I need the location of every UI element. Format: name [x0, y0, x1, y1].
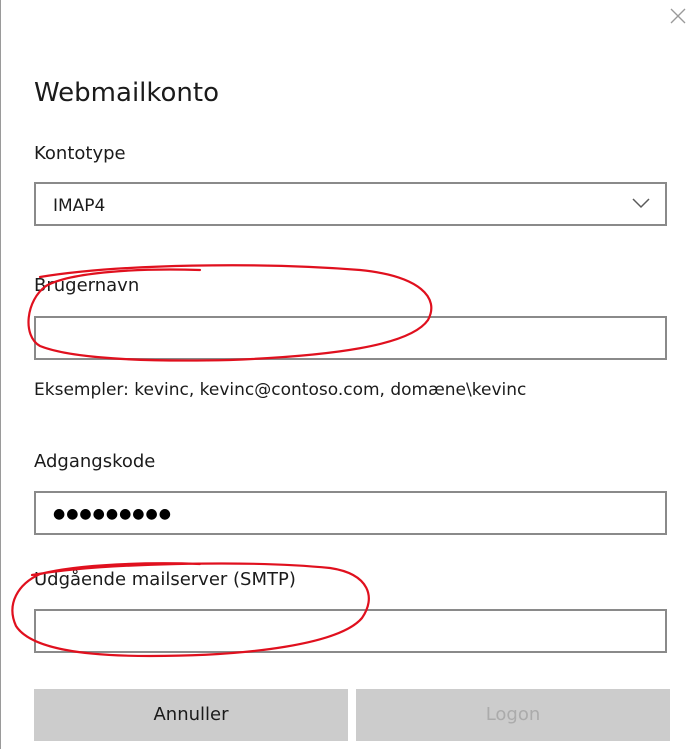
chevron-down-icon: [632, 198, 650, 209]
password-masked-value: ●●●●●●●●●: [53, 506, 172, 522]
username-hint: Eksempler: kevinc, kevinc@contoso.com, d…: [34, 380, 527, 400]
username-label: Brugernavn: [34, 275, 140, 296]
dialog-title: Webmailkonto: [34, 78, 220, 108]
username-input[interactable]: [34, 316, 667, 360]
smtp-label: Udgående mailserver (SMTP): [34, 569, 296, 590]
close-icon: [670, 8, 686, 24]
dialog-border: [0, 0, 1, 749]
logon-button[interactable]: Logon: [356, 689, 670, 741]
password-label: Adgangskode: [34, 451, 156, 472]
cancel-button[interactable]: Annuller: [34, 689, 348, 741]
smtp-input[interactable]: [34, 609, 667, 653]
account-type-select[interactable]: IMAP4: [34, 182, 667, 226]
account-type-value: IMAP4: [53, 196, 106, 216]
close-button[interactable]: [664, 4, 690, 30]
webmail-account-dialog: Webmailkonto Kontotype IMAP4 Brugernavn …: [0, 0, 697, 749]
password-input[interactable]: ●●●●●●●●●: [34, 491, 667, 535]
account-type-label: Kontotype: [34, 143, 126, 164]
